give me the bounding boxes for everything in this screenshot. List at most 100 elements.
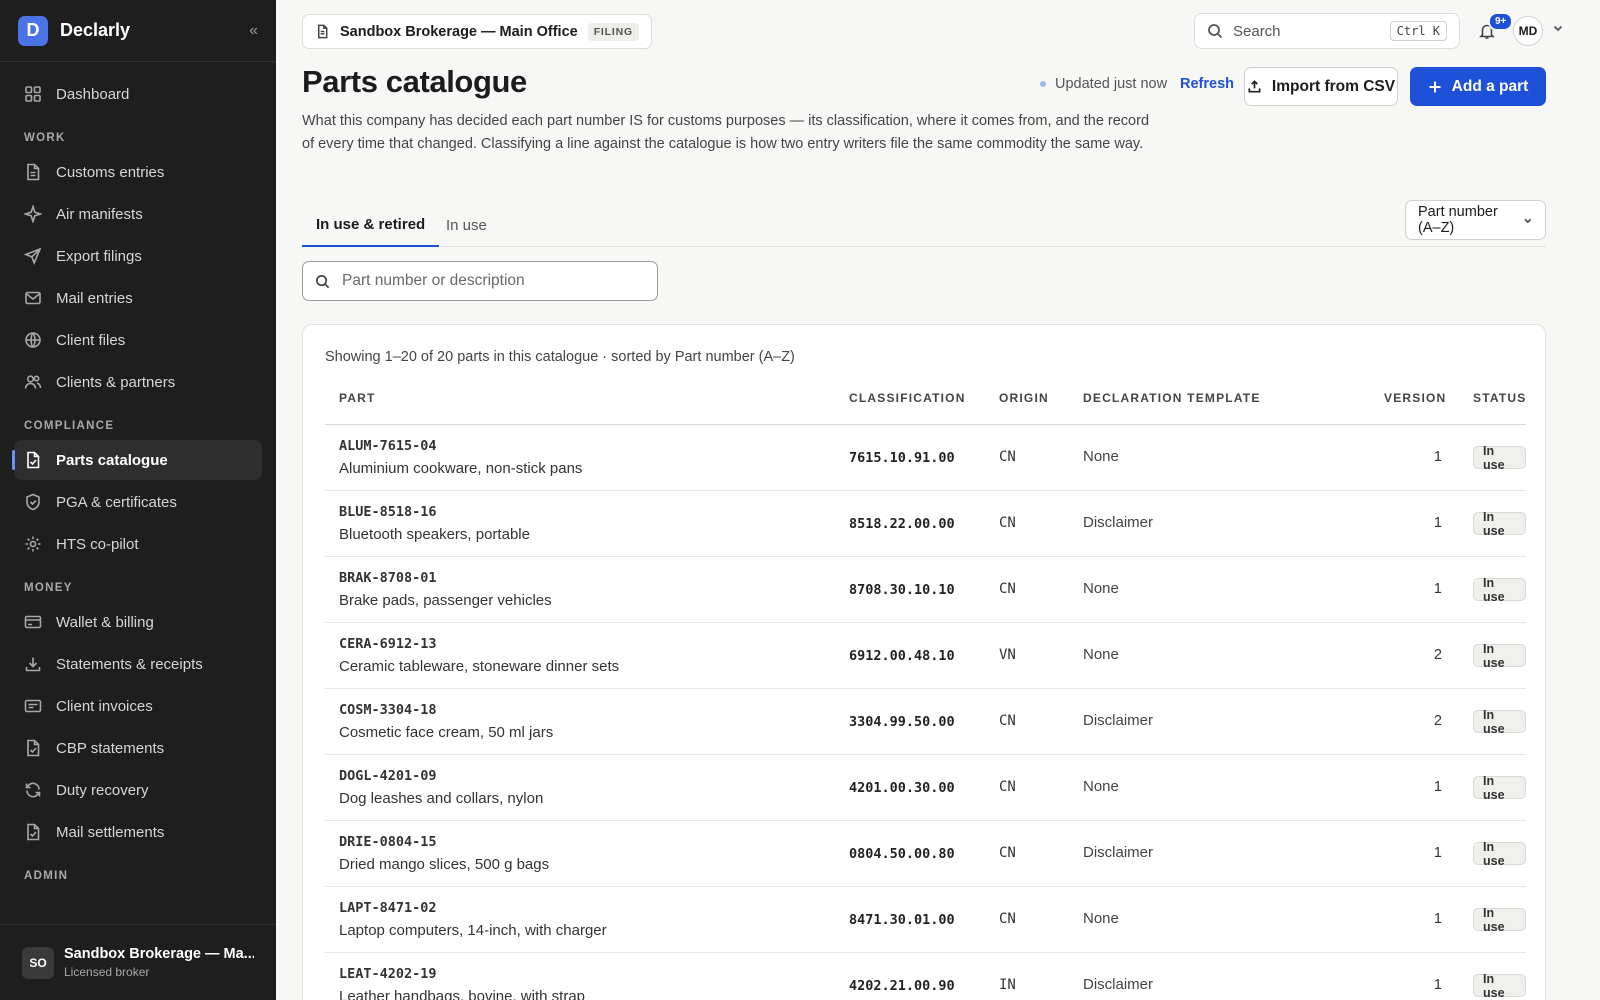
refresh-link[interactable]: Refresh — [1180, 76, 1234, 92]
file-check-icon — [27, 739, 40, 757]
status-badge: In use — [1473, 642, 1526, 670]
part-description: Aluminium cookware, non-stick pans — [339, 460, 583, 477]
sidebar-item-statements-and-receipts[interactable]: Statements & receipts — [14, 644, 262, 684]
add-part-button[interactable]: Add a part — [1410, 67, 1546, 106]
sort-select[interactable]: Part number (A–Z) — [1405, 200, 1546, 240]
sidebar-item-pga-and-certificates[interactable]: PGA & certificates — [14, 482, 262, 522]
sun-icon — [25, 536, 41, 552]
sidebar-item-label: Mail entries — [56, 289, 133, 307]
table-row[interactable]: BRAK-8708-01 Brake pads, passenger vehicl… — [325, 557, 1526, 623]
app-logo[interactable]: D — [18, 15, 48, 46]
notifications-button[interactable]: 9+ — [1474, 12, 1514, 44]
updated-text: Updated just now — [1055, 76, 1168, 92]
sidebar-item-duty-recovery[interactable]: Duty recovery — [14, 770, 262, 810]
tab-in-use[interactable]: In use — [432, 204, 501, 247]
declaration-template: None — [1083, 646, 1119, 663]
account-switcher[interactable]: SO Sandbox Brokerage — Ma... Licensed br… — [0, 924, 276, 1000]
office-selector[interactable]: Sandbox Brokerage — Main Office FILING — [302, 14, 652, 49]
document-icon — [318, 24, 328, 39]
import-csv-button[interactable]: Import from CSV — [1244, 67, 1398, 106]
sidebar-item-client-invoices[interactable]: Client invoices — [14, 686, 262, 726]
update-status: Updated just now — [1040, 76, 1167, 92]
sidebar: D Declarly « Dashboard WORK Customs entrie… — [0, 0, 276, 1000]
version-number: 1 — [1433, 581, 1442, 597]
sidebar-item-client-files[interactable]: Client files — [14, 320, 262, 360]
classification-code: 8471.30.01.00 — [849, 912, 955, 928]
file-check-icon — [27, 451, 40, 469]
version-number: 2 — [1433, 647, 1442, 663]
search-shortcut: Ctrl K — [1389, 21, 1447, 41]
download-icon — [25, 657, 41, 672]
sidebar-item-customs-entries[interactable]: Customs entries — [14, 152, 262, 192]
sidebar-item-mail-entries[interactable]: Mail entries — [14, 278, 262, 318]
global-search[interactable]: Search Ctrl K — [1194, 13, 1460, 49]
collapse-sidebar-icon[interactable]: « — [249, 22, 258, 40]
tab-in-use-and-retired[interactable]: In use & retired — [302, 204, 440, 247]
office-name: Sandbox Brokerage — Main Office — [340, 23, 578, 40]
part-number: BLUE-8518-16 — [339, 504, 437, 520]
table-row[interactable]: CERA-6912-13 Ceramic tableware, stoneware… — [325, 623, 1526, 689]
account-name: Sandbox Brokerage — Ma... — [64, 946, 254, 962]
version-number: 2 — [1433, 713, 1442, 729]
main-content: Sandbox Brokerage — Main Office FILING S… — [276, 0, 1600, 1000]
table-row[interactable]: COSM-3304-18 Cosmetic face cream, 50 ml j… — [325, 689, 1526, 755]
status-badge: In use — [1473, 774, 1526, 802]
origin-country: CN — [999, 449, 1016, 465]
chevron-down-icon[interactable] — [1552, 22, 1564, 34]
declaration-template: Disclaimer — [1083, 712, 1154, 729]
column-header-classification[interactable]: CLASSIFICATION — [849, 391, 966, 405]
table-row[interactable]: LEAT-4202-19 Leather handbags, bovine, wi… — [325, 953, 1526, 1000]
part-number: LEAT-4202-19 — [339, 966, 437, 982]
sidebar-item-parts-catalogue[interactable]: Parts catalogue — [12, 440, 262, 480]
sidebar-section-admin: ADMIN — [24, 870, 69, 882]
version-number: 1 — [1433, 911, 1442, 927]
account-avatar: SO — [22, 946, 54, 979]
globe-icon — [25, 332, 41, 348]
status-badge: In use — [1473, 906, 1526, 934]
sidebar-item-hts-co-pilot[interactable]: HTS co-pilot — [14, 524, 262, 564]
status-badge: In use — [1473, 510, 1526, 538]
add-label: Add a part — [1451, 77, 1529, 95]
sidebar-item-dashboard[interactable]: Dashboard — [14, 74, 262, 114]
column-header-origin[interactable]: ORIGIN — [999, 391, 1049, 405]
part-description: Laptop computers, 14-inch, with charger — [339, 922, 607, 939]
sidebar-item-wallet-and-billing[interactable]: Wallet & billing — [14, 602, 262, 642]
origin-country: CN — [999, 713, 1016, 729]
user-avatar[interactable]: MD — [1513, 16, 1543, 46]
part-number: ALUM-7615-04 — [339, 438, 437, 454]
table-row[interactable]: DRIE-0804-15 Dried mango slices, 500 g ba… — [325, 821, 1526, 887]
origin-country: CN — [999, 581, 1016, 597]
column-header-part[interactable]: PART — [339, 391, 376, 405]
classification-code: 0804.50.00.80 — [849, 846, 955, 862]
part-search-input[interactable] — [342, 272, 642, 290]
declaration-template: Disclaimer — [1083, 976, 1154, 993]
sidebar-item-mail-settlements[interactable]: Mail settlements — [14, 812, 262, 852]
tab-bar: In use & retired In use — [302, 204, 1546, 247]
classification-code: 7615.10.91.00 — [849, 450, 955, 466]
part-description: Dried mango slices, 500 g bags — [339, 856, 550, 873]
plus-icon — [1429, 81, 1441, 92]
sidebar-item-cbp-statements[interactable]: CBP statements — [14, 728, 262, 768]
notification-badge: 9+ — [1488, 12, 1514, 31]
column-header-version[interactable]: VERSION — [1384, 391, 1446, 405]
part-description: Cosmetic face cream, 50 ml jars — [339, 724, 554, 741]
account-role: Licensed broker — [64, 965, 150, 979]
column-header-status[interactable]: STATUS — [1473, 391, 1526, 405]
part-number: LAPT-8471-02 — [339, 900, 437, 916]
sparkle-icon — [24, 205, 42, 223]
table-row[interactable]: BLUE-8518-16 Bluetooth speakers, portable… — [325, 491, 1526, 557]
sidebar-item-clients-and-partners[interactable]: Clients & partners — [14, 362, 262, 402]
classification-code: 3304.99.50.00 — [849, 714, 955, 730]
table-row[interactable]: LAPT-8471-02 Laptop computers, 14-inch, w… — [325, 887, 1526, 953]
sidebar-item-export-filings[interactable]: Export filings — [14, 236, 262, 276]
table-row[interactable]: ALUM-7615-04 Aluminium cookware, non-stic… — [325, 425, 1526, 491]
sidebar-item-air-manifests[interactable]: Air manifests — [14, 194, 262, 234]
status-badge: In use — [1473, 576, 1526, 604]
sidebar-item-label: PGA & certificates — [56, 493, 177, 511]
search-icon — [316, 274, 330, 288]
table-row[interactable]: DOGL-4201-09 Dog leashes and collars, nyl… — [325, 755, 1526, 821]
sidebar-item-label: Client files — [56, 331, 126, 349]
part-number: COSM-3304-18 — [339, 702, 437, 718]
column-header-template[interactable]: DECLARATION TEMPLATE — [1083, 391, 1261, 405]
classification-code: 4202.21.00.90 — [849, 978, 955, 994]
